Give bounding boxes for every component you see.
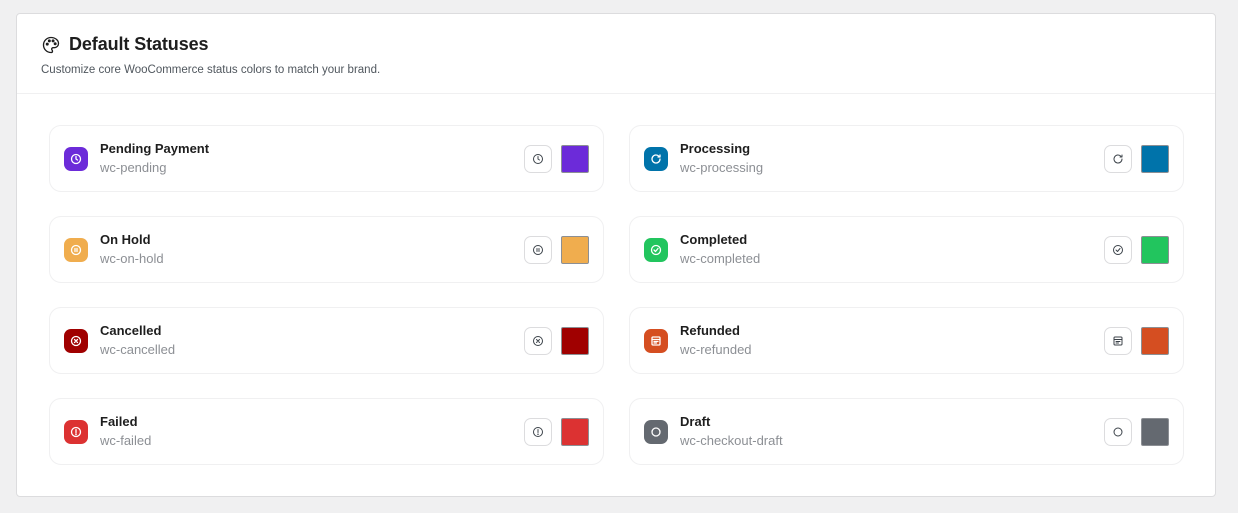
status-slug: wc-failed xyxy=(100,432,152,448)
pause-circle-icon xyxy=(532,244,544,256)
color-picker-swatch[interactable] xyxy=(1141,235,1169,264)
color-picker-swatch[interactable] xyxy=(561,144,589,173)
change-icon-button[interactable] xyxy=(524,326,552,355)
status-name: Refunded xyxy=(680,322,740,338)
receipt-icon xyxy=(1112,335,1124,347)
status-card-processing: Processing wc-processing xyxy=(629,125,1184,192)
status-card-refunded: Refunded wc-refunded xyxy=(629,307,1184,374)
color-picker-swatch[interactable] xyxy=(1141,326,1169,355)
status-slug: wc-cancelled xyxy=(100,341,176,357)
color-picker-swatch[interactable] xyxy=(1141,144,1169,173)
status-card-completed: Completed wc-completed xyxy=(629,216,1184,283)
title-row: Default Statuses xyxy=(41,34,1215,55)
status-slug: wc-refunded xyxy=(680,341,752,357)
color-picker-swatch[interactable] xyxy=(561,235,589,264)
status-card-checkout-draft: Draft wc-checkout-draft xyxy=(629,398,1184,465)
change-icon-button[interactable] xyxy=(1104,417,1132,446)
status-text: Pending Payment wc-pending xyxy=(100,141,524,177)
x-circle-icon xyxy=(64,328,88,353)
status-text: Cancelled wc-cancelled xyxy=(100,323,524,359)
status-name: Completed xyxy=(680,231,748,247)
status-card-cancelled: Cancelled wc-cancelled xyxy=(49,307,604,374)
status-slug: wc-pending xyxy=(100,159,167,175)
clock-icon xyxy=(64,146,88,171)
status-card-failed: Failed wc-failed xyxy=(49,398,604,465)
default-statuses-panel: Default Statuses Customize core WooComme… xyxy=(16,13,1216,497)
x-circle-icon xyxy=(532,335,544,347)
palette-icon xyxy=(41,35,61,55)
change-icon-button[interactable] xyxy=(1104,235,1132,264)
status-name: Draft xyxy=(680,413,711,429)
change-icon-button[interactable] xyxy=(524,144,552,173)
status-card-on-hold: On Hold wc-on-hold xyxy=(49,216,604,283)
status-text: Draft wc-checkout-draft xyxy=(680,414,1104,450)
status-name: Processing xyxy=(680,140,751,156)
alert-circle-icon xyxy=(64,419,88,444)
change-icon-button[interactable] xyxy=(524,235,552,264)
alert-circle-icon xyxy=(532,426,544,438)
check-circle-icon xyxy=(1112,244,1124,256)
color-picker-swatch[interactable] xyxy=(561,417,589,446)
status-text: Refunded wc-refunded xyxy=(680,323,1104,359)
status-slug: wc-processing xyxy=(680,159,764,175)
status-slug: wc-checkout-draft xyxy=(680,432,783,448)
change-icon-button[interactable] xyxy=(1104,326,1132,355)
change-icon-button[interactable] xyxy=(524,417,552,446)
status-text: Processing wc-processing xyxy=(680,141,1104,177)
status-card-pending: Pending Payment wc-pending xyxy=(49,125,604,192)
circle-icon xyxy=(1112,426,1124,438)
status-name: On Hold xyxy=(100,231,151,247)
status-text: On Hold wc-on-hold xyxy=(100,232,524,268)
status-name: Cancelled xyxy=(100,322,162,338)
status-grid: Pending Payment wc-pending Processing wc… xyxy=(49,125,1184,465)
circle-icon xyxy=(644,419,668,444)
receipt-icon xyxy=(644,328,668,353)
refresh-icon xyxy=(644,146,668,171)
check-circle-icon xyxy=(644,237,668,262)
status-text: Failed wc-failed xyxy=(100,414,524,450)
status-slug: wc-on-hold xyxy=(100,250,164,266)
status-name: Failed xyxy=(100,413,138,429)
panel-header: Default Statuses Customize core WooComme… xyxy=(17,14,1215,94)
pause-circle-icon xyxy=(64,237,88,262)
color-picker-swatch[interactable] xyxy=(1141,417,1169,446)
page-subtitle: Customize core WooCommerce status colors… xyxy=(41,64,381,76)
clock-icon xyxy=(532,153,544,165)
page-title: Default Statuses xyxy=(69,34,209,54)
status-text: Completed wc-completed xyxy=(680,232,1104,268)
status-name: Pending Payment xyxy=(100,140,210,156)
change-icon-button[interactable] xyxy=(1104,144,1132,173)
refresh-icon xyxy=(1112,153,1124,165)
status-slug: wc-completed xyxy=(680,250,761,266)
color-picker-swatch[interactable] xyxy=(561,326,589,355)
